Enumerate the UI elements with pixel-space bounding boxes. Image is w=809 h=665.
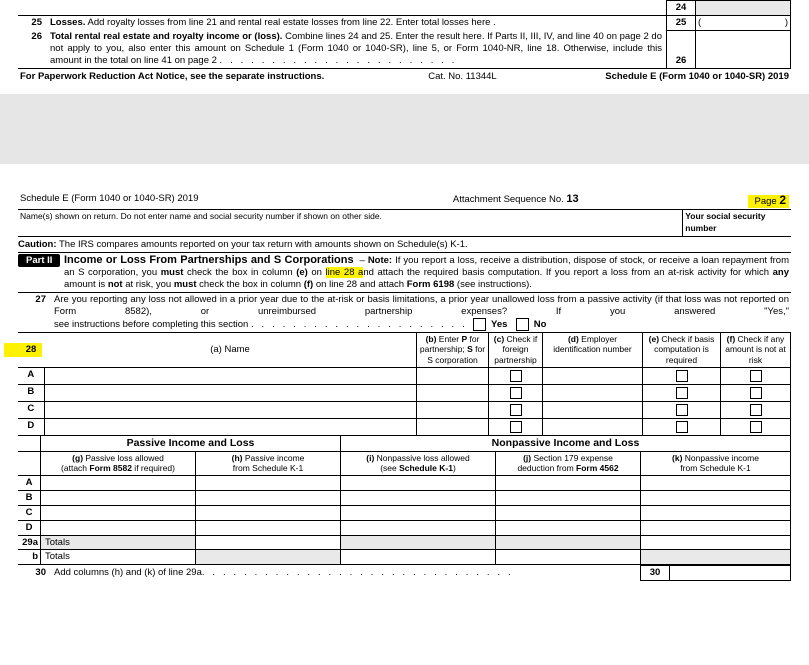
checkbox-28D-c[interactable] <box>510 421 522 433</box>
cell-28A-f <box>721 367 791 384</box>
line-30: 30 Add columns (h) and (k) of line 29a. … <box>18 565 791 581</box>
header-attachment: Attachment Sequence No. 13 <box>451 192 683 210</box>
line-30-num: 30 <box>18 566 52 581</box>
line-25-text: Losses. Add royalty losses from line 21 … <box>48 15 667 30</box>
checkbox-28C-c[interactable] <box>510 404 522 416</box>
box-30-value[interactable] <box>670 566 791 581</box>
checkbox-28B-e[interactable] <box>676 387 688 399</box>
footer-form: Schedule E (Form 1040 or 1040-SR) 2019 <box>559 69 791 84</box>
line-28-num: 28 <box>18 333 44 367</box>
col-f-header: (f) Check if any amount is not at risk <box>721 333 791 367</box>
line-27-num: 27 <box>18 293 52 332</box>
box-25-num: 25 <box>667 15 696 30</box>
header-form-name: Schedule E (Form 1040 or 1040-SR) 2019 <box>18 192 451 210</box>
line-30-text: Add columns (h) and (k) of line 29a. . .… <box>52 566 641 581</box>
col-j-header: (j) Section 179 expensededuction from Fo… <box>496 451 641 475</box>
table-28: 28 (a) Name (b) Enter P for partnership;… <box>18 333 791 436</box>
checkbox-27-no[interactable] <box>516 318 529 331</box>
cell-28A-c <box>489 367 543 384</box>
cell-28A-a[interactable] <box>44 367 417 384</box>
cell-28A-b[interactable] <box>417 367 489 384</box>
table-28-ghijk: Passive Income and Loss Nonpassive Incom… <box>18 436 791 566</box>
row-28-C: C <box>18 401 791 418</box>
header-page: Page 2 <box>683 192 791 210</box>
col-e-header: (e) Check if basis computation is requir… <box>643 333 721 367</box>
line-27: 27 Are you reporting any loss not allowe… <box>18 293 791 333</box>
nonpassive-header: Nonpassive Income and Loss <box>341 436 791 452</box>
line-29a-num: 29a <box>18 535 41 550</box>
page-gap <box>0 94 809 164</box>
checkbox-28C-f[interactable] <box>750 404 762 416</box>
row-ghijk-C: C <box>18 505 791 520</box>
col-d-header: (d) Employer identification number <box>543 333 643 367</box>
cell-28A-d[interactable] <box>543 367 643 384</box>
col-a-header: (a) Name <box>44 333 417 367</box>
row-28-B: B <box>18 384 791 401</box>
box-26-num: 26 <box>667 30 696 68</box>
part-2-box: Part II <box>18 254 60 268</box>
col-i-header: (i) Nonpassive loss allowed(see Schedule… <box>341 451 496 475</box>
footer-notice: For Paperwork Reduction Act Notice, see … <box>18 69 366 84</box>
cell-28A-e <box>643 367 721 384</box>
checkbox-28B-c[interactable] <box>510 387 522 399</box>
row-29b: b Totals <box>18 550 791 565</box>
ssn-field-label: Your social security number <box>683 209 791 236</box>
checkbox-28D-f[interactable] <box>750 421 762 433</box>
page-2: Schedule E (Form 1040 or 1040-SR) 2019 A… <box>0 164 809 591</box>
page-1-bottom: 24 25 Losses. Add royalty losses from li… <box>0 0 809 94</box>
line-26-text: Total rental real estate and royalty inc… <box>48 30 667 68</box>
part2-title-note: Income or Loss From Partnerships and S C… <box>62 252 791 293</box>
checkbox-28A-e[interactable] <box>676 370 688 382</box>
part2-header: Part II Income or Loss From Partnerships… <box>18 252 791 294</box>
row-ghijk-D: D <box>18 520 791 535</box>
row-29a: 29a Totals <box>18 535 791 550</box>
box-25-value[interactable]: ( ) <box>696 15 791 30</box>
line-27-text: Are you reporting any loss not allowed i… <box>52 293 791 332</box>
lines-24-26-table: 24 25 Losses. Add royalty losses from li… <box>18 0 791 69</box>
checkbox-28D-e[interactable] <box>676 421 688 433</box>
names-field-label: Name(s) shown on return. Do not enter na… <box>18 209 683 236</box>
checkbox-28C-e[interactable] <box>676 404 688 416</box>
footer-catno: Cat. No. 11344L <box>366 69 559 84</box>
caution-line: Caution: The IRS compares amounts report… <box>18 237 791 252</box>
col-b-header: (b) Enter P for partnership; S for S cor… <box>417 333 489 367</box>
line-26-num: 26 <box>18 30 48 68</box>
page2-header: Schedule E (Form 1040 or 1040-SR) 2019 A… <box>18 192 791 237</box>
col-h-header: (h) Passive incomefrom Schedule K-1 <box>196 451 341 475</box>
box-26-value[interactable] <box>696 30 791 68</box>
line-29b-num: b <box>18 550 41 565</box>
checkbox-28B-f[interactable] <box>750 387 762 399</box>
row-ghijk-A: A <box>18 476 791 491</box>
col-k-header: (k) Nonpassive incomefrom Schedule K-1 <box>641 451 791 475</box>
row-28-A: A <box>18 367 791 384</box>
row-ghijk-B: B <box>18 490 791 505</box>
line-25-num: 25 <box>18 15 48 30</box>
checkbox-28A-c[interactable] <box>510 370 522 382</box>
row-28-D: D <box>18 418 791 435</box>
box-24-num: 24 <box>667 1 696 16</box>
col-g-header: (g) Passive loss allowed(attach Form 858… <box>41 451 196 475</box>
passive-header: Passive Income and Loss <box>41 436 341 452</box>
col-c-header: (c) Check if foreign partnership <box>489 333 543 367</box>
page1-footer: For Paperwork Reduction Act Notice, see … <box>18 69 791 84</box>
checkbox-28A-f[interactable] <box>750 370 762 382</box>
box-30-num: 30 <box>641 566 670 581</box>
checkbox-27-yes[interactable] <box>473 318 486 331</box>
